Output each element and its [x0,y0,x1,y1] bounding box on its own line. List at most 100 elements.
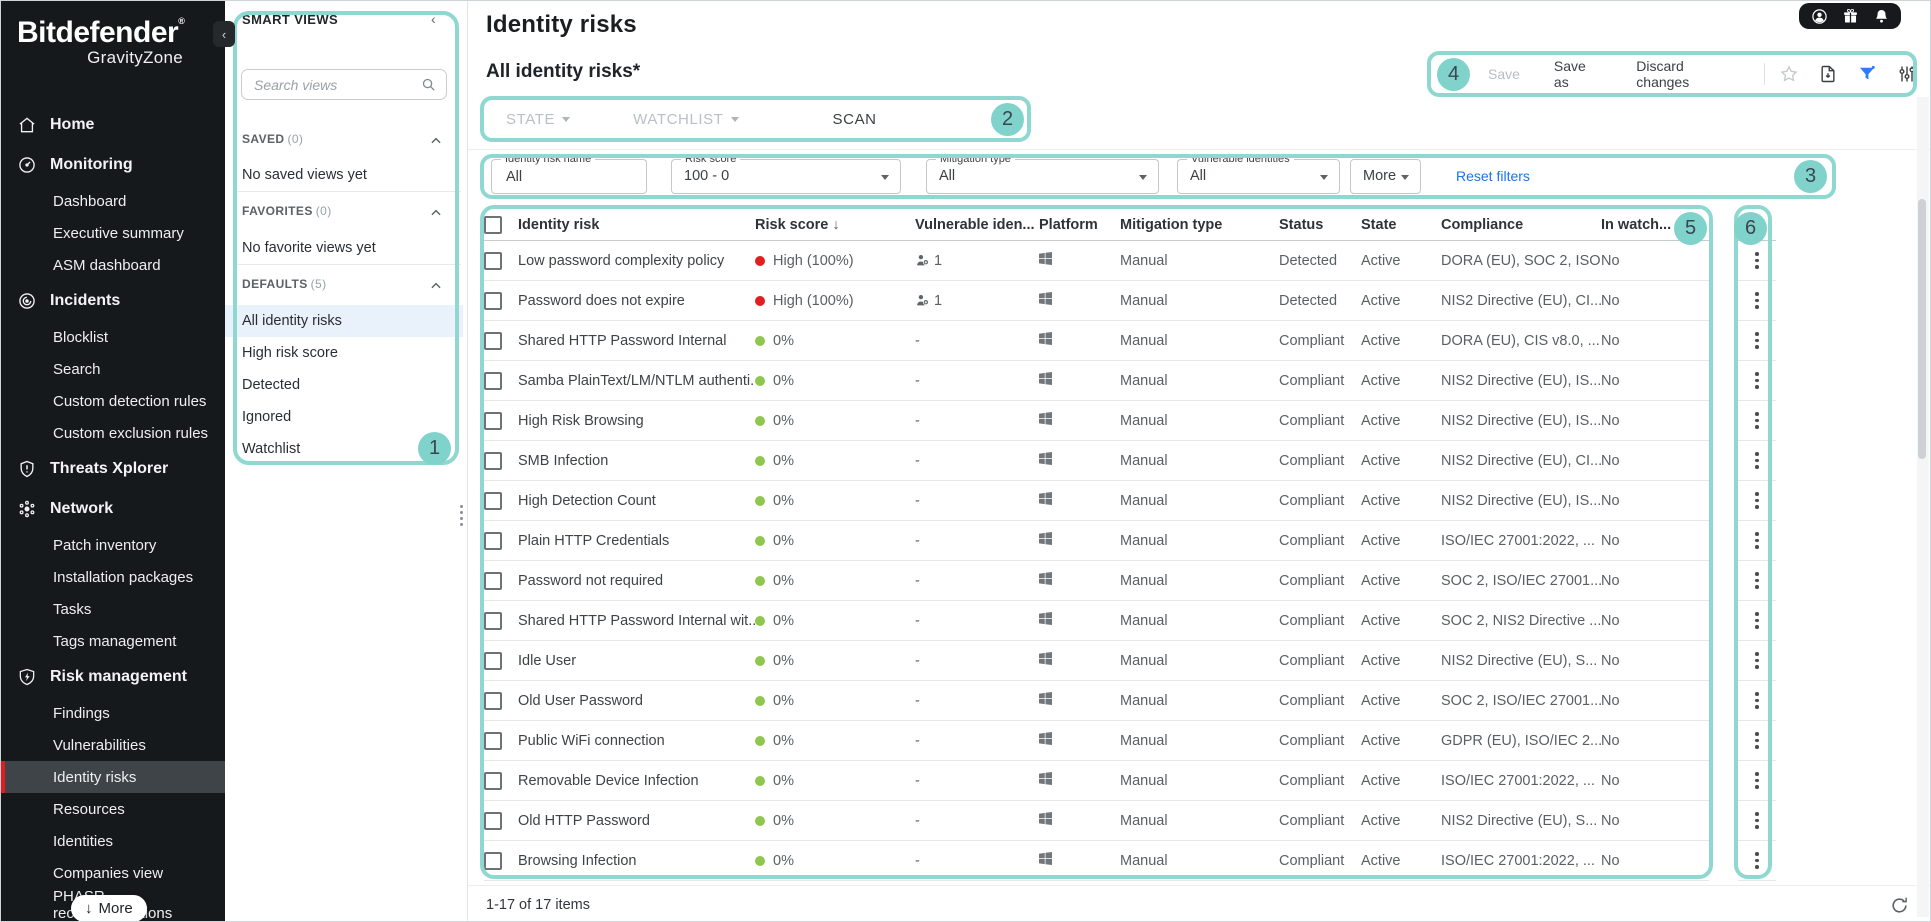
filter-mitigation-type[interactable]: Mitigation typeAll [926,159,1159,194]
account-icon[interactable] [1811,8,1828,25]
column-header-state[interactable]: State [1361,217,1441,233]
action-watchlist-button[interactable]: WATCHLIST [633,111,738,128]
sidebar-item-findings[interactable]: Findings [1,697,225,729]
column-header-mitigation-type[interactable]: Mitigation type [1120,217,1279,233]
kebab-menu-icon[interactable] [1751,608,1763,633]
row-checkbox[interactable] [484,612,502,630]
sidebar-item-incidents[interactable]: Incidents [1,281,225,321]
sidebar-more-button[interactable]: ↓ More [71,895,147,922]
refresh-icon[interactable] [1889,895,1911,917]
column-header-status[interactable]: Status [1279,217,1361,233]
sidebar-item-asm-dashboard[interactable]: ASM dashboard [1,249,225,281]
kebab-menu-icon[interactable] [1751,248,1763,273]
row-checkbox[interactable] [484,772,502,790]
sidebar-collapse-button[interactable]: ‹ [213,21,235,47]
action-state-button[interactable]: STATE [506,111,570,128]
smart-view-item-detected[interactable]: Detected [225,369,463,401]
row-checkbox[interactable] [484,292,502,310]
export-icon[interactable] [1818,63,1839,85]
sidebar-item-threats-xplorer[interactable]: Threats Xplorer [1,449,225,489]
column-header-vulnerable-iden-[interactable]: Vulnerable iden... [915,217,1039,233]
sidebar-item-monitoring[interactable]: Monitoring [1,145,225,185]
table-row[interactable]: Plain HTTP Credentials0%-ManualCompliant… [484,521,1709,561]
filter-more-button[interactable]: More [1350,159,1421,194]
kebab-menu-icon[interactable] [1751,728,1763,753]
kebab-menu-icon[interactable] [1751,848,1763,873]
action-scan-button[interactable]: SCAN [833,111,877,128]
favorites-section-header[interactable]: FAVORITES(0) [242,204,332,218]
sidebar-item-tags-management[interactable]: Tags management [1,625,225,657]
kebab-menu-icon[interactable] [1751,488,1763,513]
save-button[interactable]: Save [1488,66,1520,82]
table-row[interactable]: Samba PlainText/LM/NTLM authenti...0%-Ma… [484,361,1709,401]
kebab-menu-icon[interactable] [1751,408,1763,433]
row-checkbox[interactable] [484,732,502,750]
scrollbar-track[interactable] [1917,97,1929,917]
row-checkbox[interactable] [484,692,502,710]
discard-changes-button[interactable]: Discard changes [1636,58,1736,90]
defaults-section-header[interactable]: DEFAULTS(5) [242,277,327,291]
kebab-menu-icon[interactable] [1751,808,1763,833]
row-checkbox[interactable] [484,372,502,390]
sidebar-item-home[interactable]: Home [1,105,225,145]
table-row[interactable]: High Detection Count0%-ManualCompliantAc… [484,481,1709,521]
table-row[interactable]: Removable Device Infection0%-ManualCompl… [484,761,1709,801]
sidebar-item-risk-management[interactable]: Risk management [1,657,225,697]
save-as-button[interactable]: Save as [1554,58,1602,90]
search-views-input[interactable] [252,76,413,94]
kebab-menu-icon[interactable] [1751,288,1763,313]
sidebar-item-tasks[interactable]: Tasks [1,593,225,625]
sidebar-item-vulnerabilities[interactable]: Vulnerabilities [1,729,225,761]
kebab-menu-icon[interactable] [1751,368,1763,393]
row-checkbox[interactable] [484,572,502,590]
sidebar-item-identity-risks[interactable]: Identity risks [1,761,225,793]
table-row[interactable]: Shared HTTP Password Internal wit...0%-M… [484,601,1709,641]
table-row[interactable]: Browsing Infection0%-ManualCompliantActi… [484,841,1709,881]
row-checkbox[interactable] [484,332,502,350]
filter-risk-score[interactable]: Risk score100 - 0 [671,159,901,194]
row-checkbox[interactable] [484,412,502,430]
smart-view-item-ignored[interactable]: Ignored [225,401,463,433]
scrollbar-thumb[interactable] [1918,199,1926,459]
table-row[interactable]: Shared HTTP Password Internal0%-ManualCo… [484,321,1709,361]
favorite-star-icon[interactable] [1779,63,1800,85]
kebab-menu-icon[interactable] [1751,768,1763,793]
sidebar-item-dashboard[interactable]: Dashboard [1,185,225,217]
smart-view-item-all-identity-risks[interactable]: All identity risks [225,305,463,337]
kebab-menu-icon[interactable] [1751,648,1763,673]
filter-vulnerable-identities[interactable]: Vulnerable identitiesAll [1177,159,1340,194]
column-header-identity-risk[interactable]: Identity risk [518,217,755,233]
sidebar-item-blocklist[interactable]: Blocklist [1,321,225,353]
sidebar-item-identities[interactable]: Identities [1,825,225,857]
chevron-up-icon[interactable] [429,134,443,148]
smart-views-collapse-button[interactable]: ‹ [431,11,436,27]
kebab-menu-icon[interactable] [1751,568,1763,593]
filter-identity-risk-name[interactable]: Identity risk name [491,159,647,194]
select-all-checkbox[interactable] [484,216,502,234]
panel-resize-handle[interactable] [460,505,466,526]
table-row[interactable]: Old HTTP Password0%-ManualCompliantActiv… [484,801,1709,841]
reset-filters-link[interactable]: Reset filters [1456,168,1530,184]
column-settings-icon[interactable] [1896,63,1917,85]
column-header-platform[interactable]: Platform [1039,217,1120,233]
gift-icon[interactable] [1842,8,1859,25]
bell-icon[interactable] [1873,8,1890,25]
row-checkbox[interactable] [484,652,502,670]
table-row[interactable]: Low password complexity policyHigh (100%… [484,241,1709,281]
row-checkbox[interactable] [484,452,502,470]
row-checkbox[interactable] [484,532,502,550]
sidebar-item-resources[interactable]: Resources [1,793,225,825]
chevron-up-icon[interactable] [429,279,443,293]
table-row[interactable]: High Risk Browsing0%-ManualCompliantActi… [484,401,1709,441]
row-checkbox[interactable] [484,492,502,510]
column-header-risk-score[interactable]: Risk score↓ [755,217,915,233]
table-row[interactable]: Password does not expireHigh (100%)1Manu… [484,281,1709,321]
filter-value-input[interactable] [504,168,627,186]
kebab-menu-icon[interactable] [1751,328,1763,353]
row-checkbox[interactable] [484,252,502,270]
chevron-up-icon[interactable] [429,206,443,220]
sidebar-item-companies-view[interactable]: Companies view [1,857,225,889]
sidebar-item-patch-inventory[interactable]: Patch inventory [1,529,225,561]
table-row[interactable]: Old User Password0%-ManualCompliantActiv… [484,681,1709,721]
table-row[interactable]: Password not required0%-ManualCompliantA… [484,561,1709,601]
